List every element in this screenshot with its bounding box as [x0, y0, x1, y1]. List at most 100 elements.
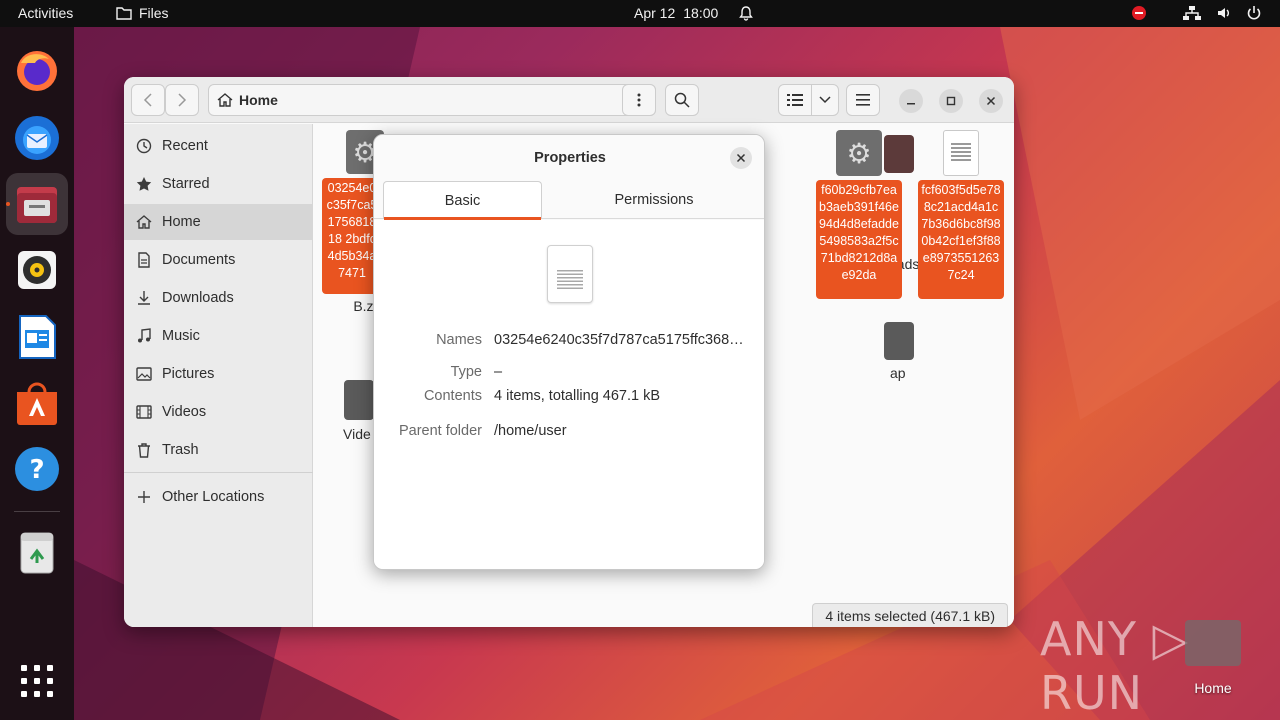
sidebar-item-other-locations[interactable]: Other Locations — [124, 479, 313, 515]
names-label: Names — [436, 332, 482, 348]
volume-icon — [1218, 8, 1229, 18]
sidebar-item-label: Other Locations — [162, 489, 265, 505]
minimize-button[interactable] — [899, 89, 923, 113]
contents-value: 4 items, totalling 467.1 kB — [494, 388, 661, 404]
close-icon — [736, 153, 746, 163]
more-vertical-icon — [637, 93, 641, 107]
dialog-close-button[interactable] — [730, 147, 752, 169]
app-center-icon — [17, 382, 57, 425]
trash-icon — [20, 532, 54, 574]
contents-label: Contents — [423, 388, 482, 404]
gear-icon: ⚙ — [836, 130, 882, 176]
star-icon — [136, 177, 152, 191]
view-options-button[interactable] — [811, 84, 839, 116]
view-list-button[interactable] — [778, 84, 812, 116]
download-icon — [138, 291, 150, 305]
chevron-left-icon — [143, 93, 152, 107]
text-file-icon — [943, 130, 979, 176]
properties-dialog: Properties Basic Permissions Names 03254… — [373, 134, 765, 570]
dock-firefox[interactable] — [6, 40, 68, 102]
sidebar-item-recent[interactable]: Recent — [124, 128, 313, 164]
sidebar-item-home[interactable]: Home — [124, 204, 313, 240]
sidebar-item-starred[interactable]: Starred — [124, 166, 313, 202]
sidebar-item-videos[interactable]: Videos — [124, 394, 313, 430]
search-icon — [674, 92, 690, 108]
dock-rhythmbox[interactable] — [6, 239, 68, 301]
anyrun-watermark: ANY ▷ RUN — [1040, 612, 1189, 720]
sidebar: Recent Starred Home Documents Downloads … — [124, 124, 313, 627]
tab-permissions[interactable]: Permissions — [552, 181, 756, 219]
sidebar-item-label: Downloads — [162, 290, 234, 306]
clock[interactable]: Apr 12 18:00 — [634, 5, 754, 21]
type-value: – — [494, 364, 503, 380]
sidebar-item-music[interactable]: Music — [124, 318, 313, 354]
search-button[interactable] — [665, 84, 699, 116]
clock-date: Apr 12 — [634, 5, 676, 21]
path-bar[interactable]: Home — [208, 84, 656, 116]
desktop-home-label: Home — [1194, 680, 1232, 696]
sidebar-item-pictures[interactable]: Pictures — [124, 356, 313, 392]
activities-button[interactable]: Activities — [18, 5, 73, 21]
home-icon — [217, 93, 233, 107]
dialog-body: Names 03254e6240c35f7d787ca5175ffc368… T… — [374, 220, 764, 569]
dialog-title: Properties — [374, 135, 764, 181]
folder-item-videos[interactable] — [344, 380, 374, 420]
path-menu-button[interactable] — [622, 84, 656, 116]
dock-writer[interactable] — [6, 306, 68, 368]
music-icon — [138, 328, 151, 343]
plus-icon — [138, 491, 150, 503]
svg-text:?: ? — [29, 455, 44, 485]
folder-label-desktop: ap — [890, 365, 906, 381]
minimize-icon — [907, 103, 915, 105]
app-menu-label: Files — [139, 5, 169, 21]
sidebar-item-label: Home — [162, 214, 201, 230]
parent-folder-label: Parent folder — [398, 423, 482, 439]
desktop-home-icon[interactable]: Home — [1184, 620, 1242, 696]
dock-files[interactable] — [6, 173, 68, 235]
sidebar-item-downloads[interactable]: Downloads — [124, 280, 313, 316]
sidebar-item-label: Recent — [162, 138, 208, 154]
folder-item-desktop[interactable] — [884, 322, 914, 360]
path-label: Home — [239, 92, 278, 108]
folder-label-videos: Vide — [343, 426, 371, 442]
pictures-icon — [136, 367, 152, 381]
file-item[interactable]: ⚙ f60b29cfb7eab3aeb391f46e94d4d8efadde54… — [816, 130, 902, 299]
forward-button[interactable] — [165, 84, 199, 116]
parent-folder-value[interactable]: /home/user — [494, 423, 756, 439]
status-bar: 4 items selected (467.1 kB) — [812, 603, 1008, 627]
folder-icon — [344, 380, 374, 420]
app-menu[interactable]: Files — [116, 5, 169, 21]
sidebar-item-label: Videos — [162, 404, 207, 420]
sidebar-item-label: Trash — [162, 442, 199, 458]
dock-help[interactable]: ? — [6, 438, 68, 500]
sidebar-item-trash[interactable]: Trash — [124, 432, 313, 468]
dock-trash[interactable] — [6, 521, 68, 583]
system-tray[interactable] — [1132, 5, 1262, 21]
back-button[interactable] — [131, 84, 165, 116]
sidebar-item-label: Starred — [162, 176, 210, 192]
dock: ? — [0, 27, 74, 720]
dock-thunderbird[interactable] — [6, 107, 68, 169]
do-not-disturb-icon — [1132, 6, 1146, 20]
maximize-button[interactable] — [939, 89, 963, 113]
file-item[interactable]: fcf603f5d5e788c21acd4a1c7b36d6bc8f980b42… — [918, 130, 1004, 299]
sidebar-separator — [124, 472, 313, 473]
main-menu-button[interactable] — [846, 84, 880, 116]
maximize-icon — [946, 96, 956, 106]
sidebar-item-documents[interactable]: Documents — [124, 242, 313, 278]
names-value[interactable]: 03254e6240c35f7d787ca5175ffc368… — [494, 332, 756, 348]
folder-icon — [884, 322, 914, 360]
show-apps-button[interactable] — [21, 665, 53, 697]
top-bar: Activities Files Apr 12 18:00 — [0, 0, 1280, 27]
close-button[interactable] — [979, 89, 1003, 113]
dock-app-center[interactable] — [6, 372, 68, 434]
tab-basic[interactable]: Basic — [383, 181, 542, 220]
text-file-icon — [547, 245, 593, 303]
trash-icon — [138, 443, 150, 458]
libreoffice-writer-icon — [19, 315, 56, 359]
dock-separator — [14, 511, 60, 512]
folder-icon — [116, 7, 132, 20]
home-folder-icon — [1185, 620, 1241, 666]
file-name-selected: fcf603f5d5e788c21acd4a1c7b36d6bc8f980b42… — [918, 180, 1004, 299]
bell-icon — [739, 6, 754, 21]
